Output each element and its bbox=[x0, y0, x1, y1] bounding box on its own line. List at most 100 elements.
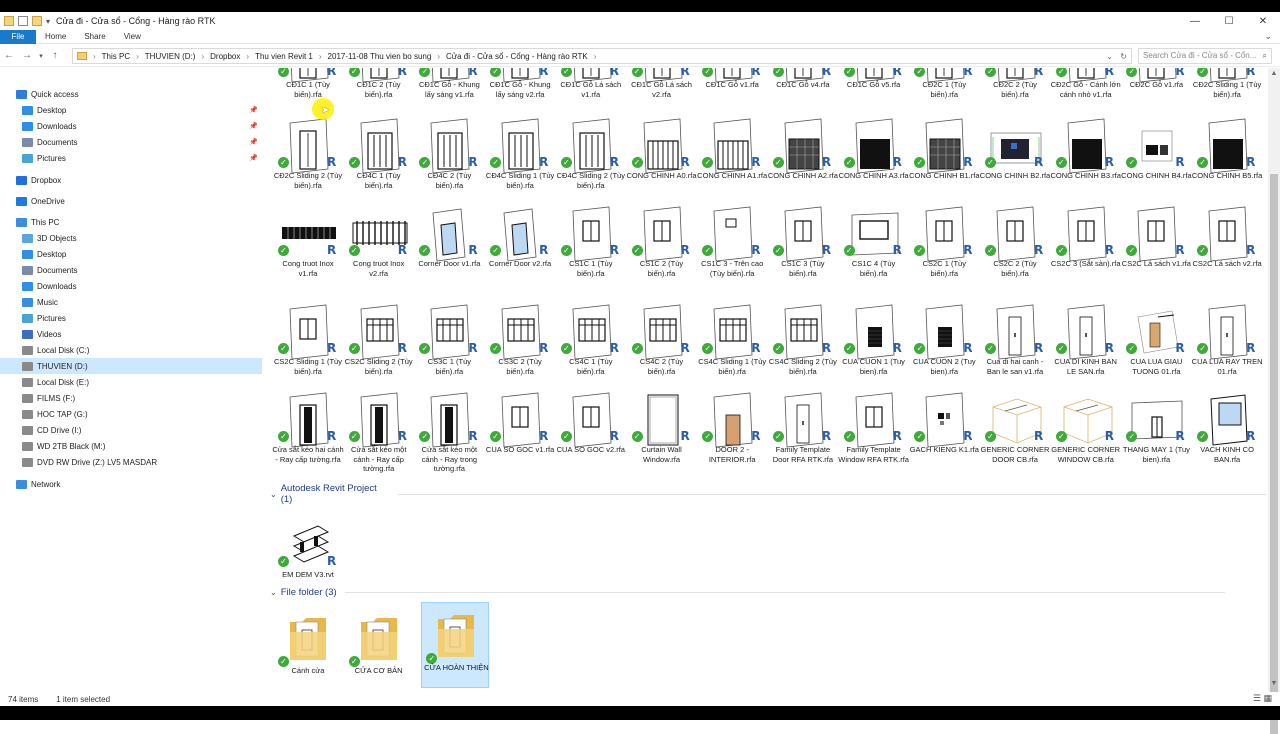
maximize-button[interactable]: ☐ bbox=[1212, 12, 1246, 30]
file-item[interactable]: ✓ R CS2C Sliding 1 (Tùy biến).rfa bbox=[274, 303, 342, 399]
properties-icon[interactable] bbox=[18, 16, 28, 26]
minimize-button[interactable]: — bbox=[1178, 12, 1212, 30]
file-item[interactable]: ✓ R CS2C Lá sách v2.rfa bbox=[1192, 205, 1262, 301]
file-item[interactable]: ✓ R CS1C 3 (Tùy biến).rfa bbox=[769, 205, 837, 301]
breadcrumb-drive[interactable]: THUVIEN (D:) bbox=[145, 52, 196, 61]
file-item[interactable]: ✓ R DOOR 2 - INTERIOR.rfa bbox=[698, 391, 766, 487]
file-item[interactable]: ✓ R CĐ1C 2 (Tùy biến).rfa bbox=[345, 68, 413, 122]
file-item[interactable]: ✓ R CUA LUA GIAU TUONG 01.rfa bbox=[1122, 303, 1190, 399]
file-item[interactable]: ✓ R CONG CHINH A0.rfa bbox=[626, 117, 697, 213]
close-button[interactable]: ✕ bbox=[1246, 12, 1280, 30]
file-item[interactable]: ✓ R CS1C 4 (Tùy biến).rfa bbox=[840, 205, 908, 301]
file-item[interactable]: ✓ R CONG CHINH B4.rfa bbox=[1121, 117, 1192, 213]
file-item[interactable]: ✓ R THANG MAY 1 (Tuy bien).rfa bbox=[1122, 391, 1190, 487]
file-item[interactable]: ✓ R CĐ1C Gỗ v5.rfa bbox=[840, 68, 908, 122]
pin-icon[interactable]: 📌 bbox=[249, 122, 258, 130]
sidebar-item-cd-drive-i[interactable]: CD Drive (I:) bbox=[0, 422, 262, 438]
file-item[interactable]: ✓ R CS4C 2 (Tùy biến).rfa bbox=[628, 303, 696, 399]
sidebar-item-desktop[interactable]: Desktop 📌 bbox=[0, 102, 262, 118]
sidebar-item-thuvien-d[interactable]: THUVIEN (D:) bbox=[0, 358, 262, 374]
file-item[interactable]: ✓ R CS2C 3 (Sắt sàn).rfa bbox=[1051, 205, 1120, 301]
address-dropdown-icon[interactable]: ⌄ bbox=[1106, 52, 1113, 61]
file-item[interactable]: ✓ R CĐ1C Gỗ - Khung lấy sáng v1.rfa bbox=[415, 68, 483, 122]
file-item[interactable]: ✓ R CUA SO GOC v2.rfa bbox=[557, 391, 625, 487]
file-item[interactable]: ✓ R CĐ1C Gỗ - Khung lấy sáng v2.rfa bbox=[486, 68, 554, 122]
file-item[interactable]: ✓ R Cong truot Inox v1.rfa bbox=[274, 205, 342, 301]
file-item[interactable]: ✓ R VACH KINH CO BAN.rfa bbox=[1193, 391, 1261, 487]
file-item[interactable]: ✓ R CĐ2C Gỗ - Cánh lớn cánh nhỏ v1.rfa bbox=[1051, 68, 1121, 122]
sidebar-item-documents[interactable]: Documents 📌 bbox=[0, 134, 262, 150]
file-item[interactable]: ✓ R CS4C Sliding 1 (Tùy biến).rfa bbox=[698, 303, 766, 399]
file-item[interactable]: ✓ R CONG CHINH B2.rfa bbox=[980, 117, 1050, 213]
tab-file[interactable]: File bbox=[0, 29, 36, 44]
file-item[interactable]: ✓ R Cửa sắt kéo hai cánh - Ray cấp tường.r… bbox=[272, 391, 344, 487]
sidebar-item-3d-objects[interactable]: 3D Objects bbox=[0, 230, 262, 246]
expand-ribbon-icon[interactable]: ⌄ bbox=[1264, 31, 1272, 42]
sidebar-item-network[interactable]: Network bbox=[0, 476, 262, 492]
breadcrumb-bo-sung[interactable]: 2017-11-08 Thu vien bo sung bbox=[328, 52, 432, 61]
sidebar-item-desktop[interactable]: Desktop bbox=[0, 246, 262, 262]
up-arrow-icon[interactable]: ↑ bbox=[46, 50, 64, 61]
file-item[interactable]: ✓ R CUA SO GOC v1.rfa bbox=[486, 391, 554, 487]
file-item[interactable]: ✓ R CUA LUA RAY TREN 01.rfa bbox=[1192, 303, 1263, 399]
breadcrumb-current[interactable]: Cửa đi - Cửa sổ - Cổng - Hàng rào RTK bbox=[446, 52, 588, 61]
file-item[interactable]: ✓ R CĐ2C Gỗ v1.rfa bbox=[1122, 68, 1190, 122]
project-file-item[interactable]: ✓ R EM DEM V3.rvt bbox=[274, 516, 342, 612]
breadcrumb-this-pc[interactable]: This PC bbox=[102, 52, 130, 61]
file-item[interactable]: ✓ R Cua di hai canh - Ban le san v1.rfa bbox=[981, 303, 1049, 399]
folder-item[interactable]: ✓ Cánh cửa bbox=[274, 606, 342, 692]
refresh-icon[interactable]: ↻ bbox=[1120, 52, 1127, 61]
sidebar-item-dvd-rw-drive-z-lv5-masdar[interactable]: DVD RW Drive (Z:) LV5 MASDAR bbox=[0, 454, 262, 470]
file-item[interactable]: ✓ R CĐ4C 2 (Tùy biến).rfa bbox=[415, 117, 483, 213]
file-item[interactable]: ✓ R Family Template Door RFA RTK.rfa bbox=[769, 391, 837, 487]
sidebar-item-music[interactable]: Music bbox=[0, 294, 262, 310]
new-folder-icon[interactable] bbox=[32, 16, 42, 26]
file-item[interactable]: ✓ R CUA DI KINH BAN LE SAN.rfa bbox=[1052, 303, 1120, 399]
sidebar-item-videos[interactable]: Videos bbox=[0, 326, 262, 342]
file-item[interactable]: ✓ R CUA CUON 2 (Tuy bien).rfa bbox=[910, 303, 978, 399]
file-item[interactable]: ✓ R CS1C 2 (Tùy biến).rfa bbox=[628, 205, 696, 301]
file-item[interactable]: ✓ R GENERIC CORNER WINDOW CB.rfa bbox=[1051, 391, 1120, 487]
file-item[interactable]: ✓ R Cửa sắt kéo một cánh - Ray cấp tường.r… bbox=[345, 391, 413, 487]
file-item[interactable]: ✓ R CONG CHINH B1.rfa bbox=[909, 117, 980, 213]
tab-view[interactable]: View bbox=[115, 30, 150, 44]
tab-home[interactable]: Home bbox=[36, 30, 75, 44]
recent-locations-icon[interactable]: ▾ bbox=[36, 52, 46, 60]
sidebar-item-this-pc[interactable]: This PC bbox=[0, 214, 262, 230]
breadcrumb-thu-vien[interactable]: Thu vien Revit 1 bbox=[255, 52, 313, 61]
file-item[interactable]: ✓ R CUA CUON 1 (Tuy bien).rfa bbox=[840, 303, 908, 399]
file-item[interactable]: ✓ R CĐ1C Gỗ v1.rfa bbox=[698, 68, 766, 122]
pin-icon[interactable]: 📌 bbox=[249, 154, 258, 162]
file-item[interactable]: ✓ R CS2C 2 (Tùy biến).rfa bbox=[981, 205, 1049, 301]
file-item[interactable]: ✓ R CS2C Lá sách v1.rfa bbox=[1122, 205, 1191, 301]
file-item[interactable]: ✓ R Family Template Window RFA RTK.rfa bbox=[838, 391, 909, 487]
group-header-file-folder[interactable]: ⌄ File folder (3) bbox=[270, 585, 1225, 599]
file-item[interactable]: ✓ R GENERIC CORNER DOOR CB.rfa bbox=[981, 391, 1049, 487]
large-icons-view-icon[interactable]: ▦ bbox=[1263, 693, 1272, 703]
breadcrumb-dropbox[interactable]: Dropbox bbox=[210, 52, 240, 61]
folder-item[interactable]: ✓ CỬA CƠ BẢN bbox=[345, 606, 413, 692]
file-item[interactable]: ✓ R CĐ1C Gỗ v4.rfa bbox=[769, 68, 837, 122]
pin-icon[interactable]: 📌 bbox=[249, 106, 258, 114]
file-item[interactable]: ✓ R CS3C 1 (Tùy biến).rfa bbox=[415, 303, 483, 399]
file-item[interactable]: ✓ R CĐ2C 2 (Tùy biến).rfa bbox=[981, 68, 1049, 122]
file-item[interactable]: ✓ R CĐ2C 1 (Tùy biến).rfa bbox=[910, 68, 978, 122]
sidebar-item-downloads[interactable]: Downloads 📌 bbox=[0, 118, 262, 134]
file-item[interactable]: ✓ R Corner Door v2.rfa bbox=[486, 205, 554, 301]
file-item[interactable]: ✓ R Cửa sắt kéo một cánh - Ray trong tường… bbox=[415, 391, 483, 487]
file-item[interactable]: ✓ R CONG CHINH A1.rfa bbox=[697, 117, 767, 213]
file-item[interactable]: ✓ R CĐ4C 1 (Tùy biến).rfa bbox=[345, 117, 413, 213]
sidebar-item-local-disk-e[interactable]: Local Disk (E:) bbox=[0, 374, 262, 390]
sidebar-item-pictures[interactable]: Pictures bbox=[0, 310, 262, 326]
forward-arrow-icon[interactable]: → bbox=[18, 50, 36, 61]
sidebar-item-onedrive[interactable]: OneDrive bbox=[0, 193, 262, 209]
file-item[interactable]: ✓ R CĐ4C Sliding 2 (Tùy biến).rfa bbox=[557, 117, 625, 213]
file-item[interactable]: ✓ R CONG CHINH A2.rfa bbox=[768, 117, 838, 213]
sidebar-item-pictures[interactable]: Pictures 📌 bbox=[0, 150, 262, 166]
search-input[interactable]: Search Cửa đi - Cửa sổ - Cổn... ⌕ bbox=[1138, 48, 1272, 64]
sidebar-item-quick-access[interactable]: Quick access bbox=[0, 86, 262, 102]
file-item[interactable]: ✓ R CONG CHINH A3.rfa bbox=[839, 117, 909, 213]
file-item[interactable]: ✓ R CONG CHINH B3.rfa bbox=[1050, 117, 1121, 213]
file-item[interactable]: ✓ R Corner Door v1.rfa bbox=[415, 205, 483, 301]
sidebar-item-wd-2tb-black-m[interactable]: WD 2TB Black (M:) bbox=[0, 438, 262, 454]
